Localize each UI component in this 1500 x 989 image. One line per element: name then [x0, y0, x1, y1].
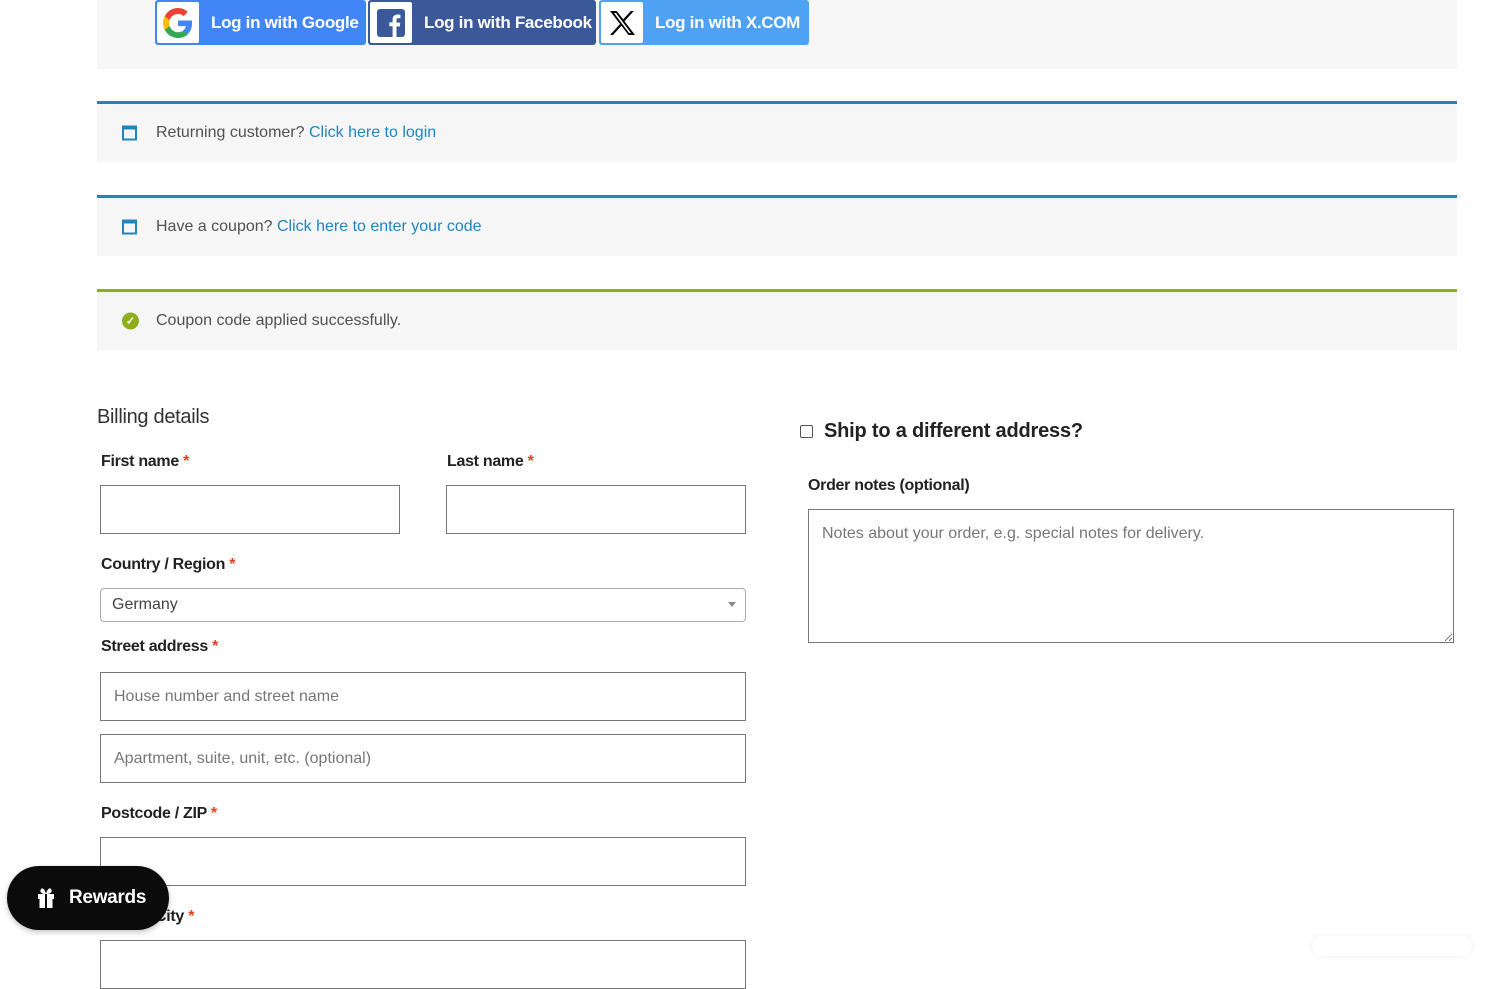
google-icon [157, 2, 199, 43]
check-circle-icon: ✓ [122, 312, 139, 330]
country-selected-value: Germany [112, 596, 178, 613]
order-notes-textarea[interactable] [808, 509, 1454, 643]
coupon-success-notice: ✓ Coupon code applied successfully. [97, 289, 1457, 350]
x-logo-icon [601, 2, 643, 43]
postcode-label: Postcode / ZIP * [101, 805, 217, 822]
coupon-notice: Have a coupon? Click here to enter your … [97, 195, 1457, 256]
country-select[interactable]: Germany [100, 588, 746, 622]
street-address-input[interactable] [100, 672, 746, 721]
enter-coupon-link[interactable]: Click here to enter your code [277, 218, 482, 235]
login-x-label: Log in with X.COM [655, 12, 801, 32]
floating-widget-edge [1312, 936, 1472, 956]
postcode-input[interactable] [100, 837, 746, 886]
ship-different-label[interactable]: Ship to a different address? [824, 420, 1083, 443]
rewards-label: Rewards [69, 887, 147, 908]
first-name-input[interactable] [100, 485, 400, 534]
login-link[interactable]: Click here to login [309, 124, 436, 141]
apartment-input[interactable] [100, 734, 746, 783]
coupon-text: Have a coupon? [156, 218, 273, 235]
returning-customer-text: Returning customer? [156, 124, 305, 141]
calendar-icon [122, 219, 137, 235]
coupon-success-text: Coupon code applied successfully. [156, 312, 402, 329]
rewards-button[interactable]: Rewards [7, 866, 169, 930]
facebook-icon [370, 2, 412, 43]
gift-icon [36, 886, 56, 910]
returning-customer-notice: Returning customer? Click here to login [97, 101, 1457, 162]
login-google-label: Log in with Google [211, 12, 359, 32]
ship-different-address[interactable]: Ship to a different address? [800, 420, 1083, 443]
login-facebook-button[interactable]: Log in with Facebook [368, 0, 596, 45]
first-name-label: First name * [101, 453, 190, 470]
ship-different-checkbox[interactable] [800, 425, 813, 438]
country-label: Country / Region * [101, 556, 236, 573]
login-facebook-label: Log in with Facebook [424, 12, 592, 32]
last-name-label: Last name * [447, 453, 534, 470]
billing-details-heading: Billing details [97, 406, 210, 428]
login-x-button[interactable]: Log in with X.COM [599, 0, 809, 45]
order-notes-label: Order notes (optional) [808, 477, 970, 494]
calendar-icon [122, 125, 137, 141]
street-address-label: Street address * [101, 638, 219, 655]
last-name-input[interactable] [446, 485, 746, 534]
city-input[interactable] [100, 940, 746, 989]
login-google-button[interactable]: Log in with Google [155, 0, 366, 45]
chevron-down-icon [728, 602, 736, 607]
